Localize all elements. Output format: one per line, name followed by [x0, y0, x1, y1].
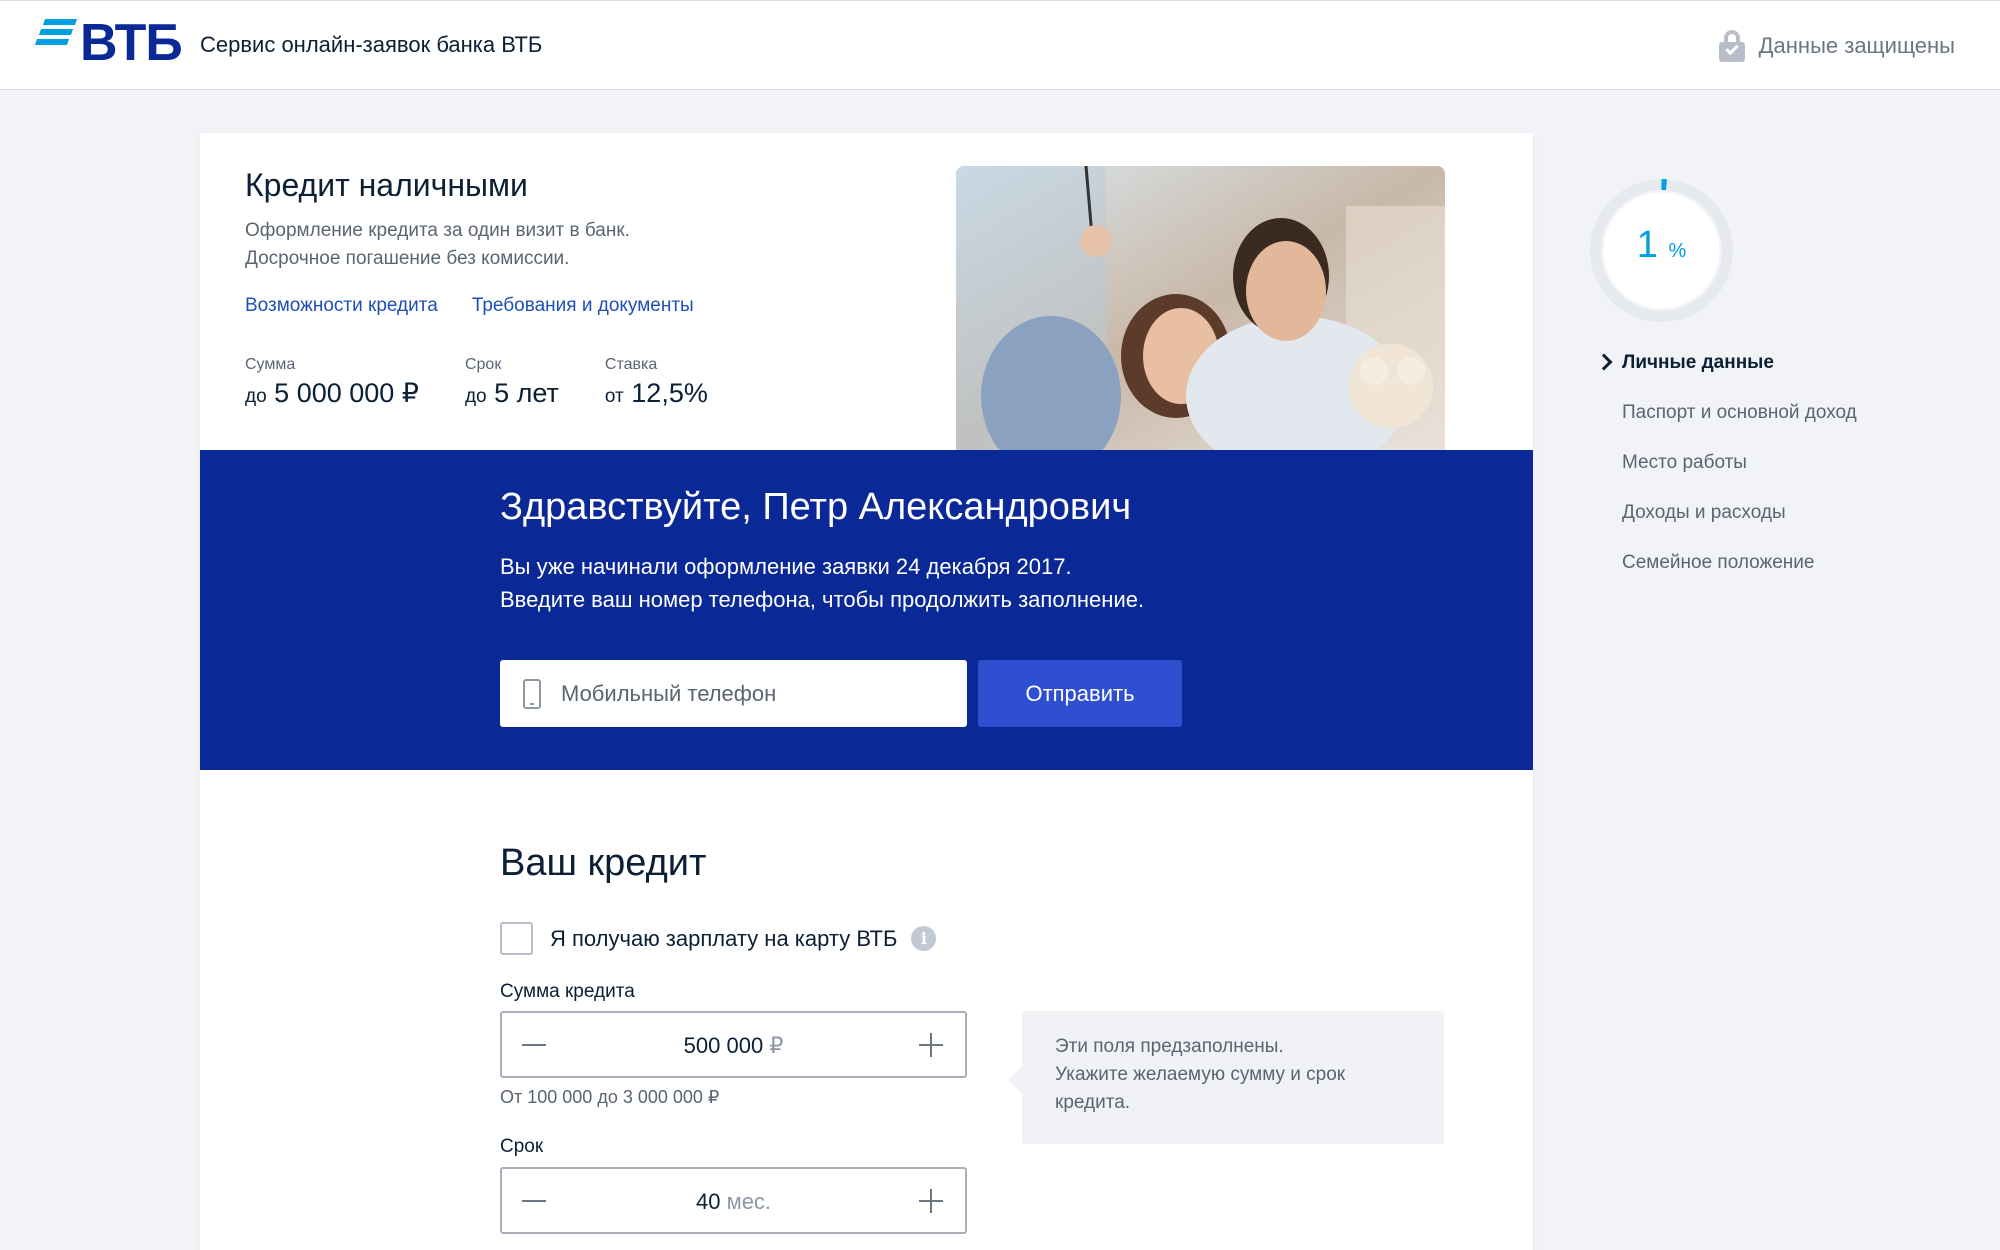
salary-option: Я получаю зарплату на карту ВТБ i [500, 922, 937, 955]
progress-indicator: 1 % [1589, 178, 1734, 323]
application-card: Кредит наличными Оформление кредита за о… [200, 133, 1533, 1250]
chevron-right-icon [1595, 353, 1613, 371]
percent-sign: % [1668, 240, 1687, 262]
credit-features-link[interactable]: Возможности кредита [245, 295, 438, 317]
product-links: Возможности кредита Требования и докумен… [245, 295, 728, 317]
param-value: 5 000 000 ₽ [274, 378, 419, 408]
lock-icon [1718, 30, 1745, 62]
step-label: Доходы и расходы [1622, 502, 1786, 523]
greeting-title: Здравствуйте, Петр Александрович [500, 486, 1132, 528]
welcome-text: Вы уже начинали оформление заявки 24 дек… [500, 550, 1300, 616]
amount-unit: ₽ [769, 1033, 784, 1058]
logo-bars-icon [34, 17, 78, 47]
salary-checkbox-label: Я получаю зарплату на карту ВТБ [550, 925, 898, 951]
step-personal-data[interactable]: Личные данные [1595, 348, 1857, 398]
param-prefix: от [604, 386, 624, 407]
product-description: Оформление кредита за один визит в банк.… [245, 217, 745, 273]
param-label: Срок [464, 356, 502, 373]
param-label: Ставка [604, 356, 658, 373]
welcome-banner: Здравствуйте, Петр Александрович Вы уже … [200, 450, 1533, 770]
hero-photo [956, 166, 1445, 450]
top-header: ВТБ Сервис онлайн-заявок банка ВТБ Данны… [0, 0, 2000, 90]
step-marital-status[interactable]: Семейное положение [1622, 548, 1857, 598]
step-workplace[interactable]: Место работы [1622, 448, 1857, 498]
amount-stepper[interactable]: 500 000 ₽ [500, 1011, 967, 1078]
param-term: Срок до 5 лет [465, 356, 559, 409]
welcome-line: Вы уже начинали оформление заявки 24 дек… [500, 554, 1072, 579]
salary-checkbox[interactable] [500, 922, 533, 955]
step-label: Место работы [1622, 452, 1747, 473]
step-label: Паспорт и основной доход [1622, 402, 1857, 423]
step-income-expenses[interactable]: Доходы и расходы [1622, 498, 1857, 548]
secure-label: Данные защищены [1758, 33, 1955, 58]
product-params: Сумма до 5 000 000 ₽ Срок до 5 лет Ставк… [245, 356, 754, 409]
term-unit: мес. [726, 1189, 772, 1214]
info-icon[interactable]: i [911, 926, 937, 951]
param-prefix: до [464, 386, 487, 407]
service-title: Сервис онлайн-заявок банка ВТБ [200, 32, 543, 57]
send-button[interactable]: Отправить [978, 660, 1182, 727]
step-label: Семейное положение [1622, 552, 1815, 573]
phone-input[interactable] [561, 680, 921, 707]
term-value[interactable]: 40 мес. [502, 1189, 965, 1215]
steps-nav: Личные данные Паспорт и основной доход М… [1595, 348, 1857, 598]
welcome-line: Введите ваш номер телефона, чтобы продол… [500, 587, 1145, 612]
term-stepper[interactable]: 40 мес. [500, 1167, 967, 1234]
mobile-phone-icon [523, 678, 541, 709]
param-value: 12,5% [631, 378, 708, 408]
param-value: 5 лет [494, 378, 559, 408]
param-amount: Сумма до 5 000 000 ₽ [245, 356, 419, 409]
description-line: Досрочное погашение без комиссии. [245, 248, 570, 269]
progress-percent: 1 % [1589, 224, 1734, 267]
requirements-link[interactable]: Требования и документы [472, 295, 694, 317]
amount-value[interactable]: 500 000 ₽ [502, 1033, 965, 1059]
description-line: Оформление кредита за один визит в банк. [245, 220, 630, 241]
param-rate: Ставка от 12,5% [605, 356, 708, 409]
param-prefix: до [245, 386, 267, 407]
step-passport-income[interactable]: Паспорт и основной доход [1622, 398, 1857, 448]
amount-number: 500 000 [683, 1033, 764, 1058]
param-label: Сумма [245, 356, 296, 373]
term-number: 40 [695, 1189, 721, 1214]
secure-indicator: Данные защищены [1718, 29, 1955, 63]
plus-icon[interactable] [919, 1032, 945, 1058]
product-title: Кредит наличными [245, 167, 528, 203]
plus-icon[interactable] [919, 1188, 945, 1214]
step-label: Личные данные [1622, 352, 1774, 373]
logo-text: ВТБ [80, 14, 183, 72]
vtb-logo[interactable]: ВТБ [34, 14, 183, 72]
percent-number: 1 [1636, 224, 1658, 266]
phone-field[interactable] [500, 660, 967, 727]
family-photo-illustration [956, 166, 1445, 450]
